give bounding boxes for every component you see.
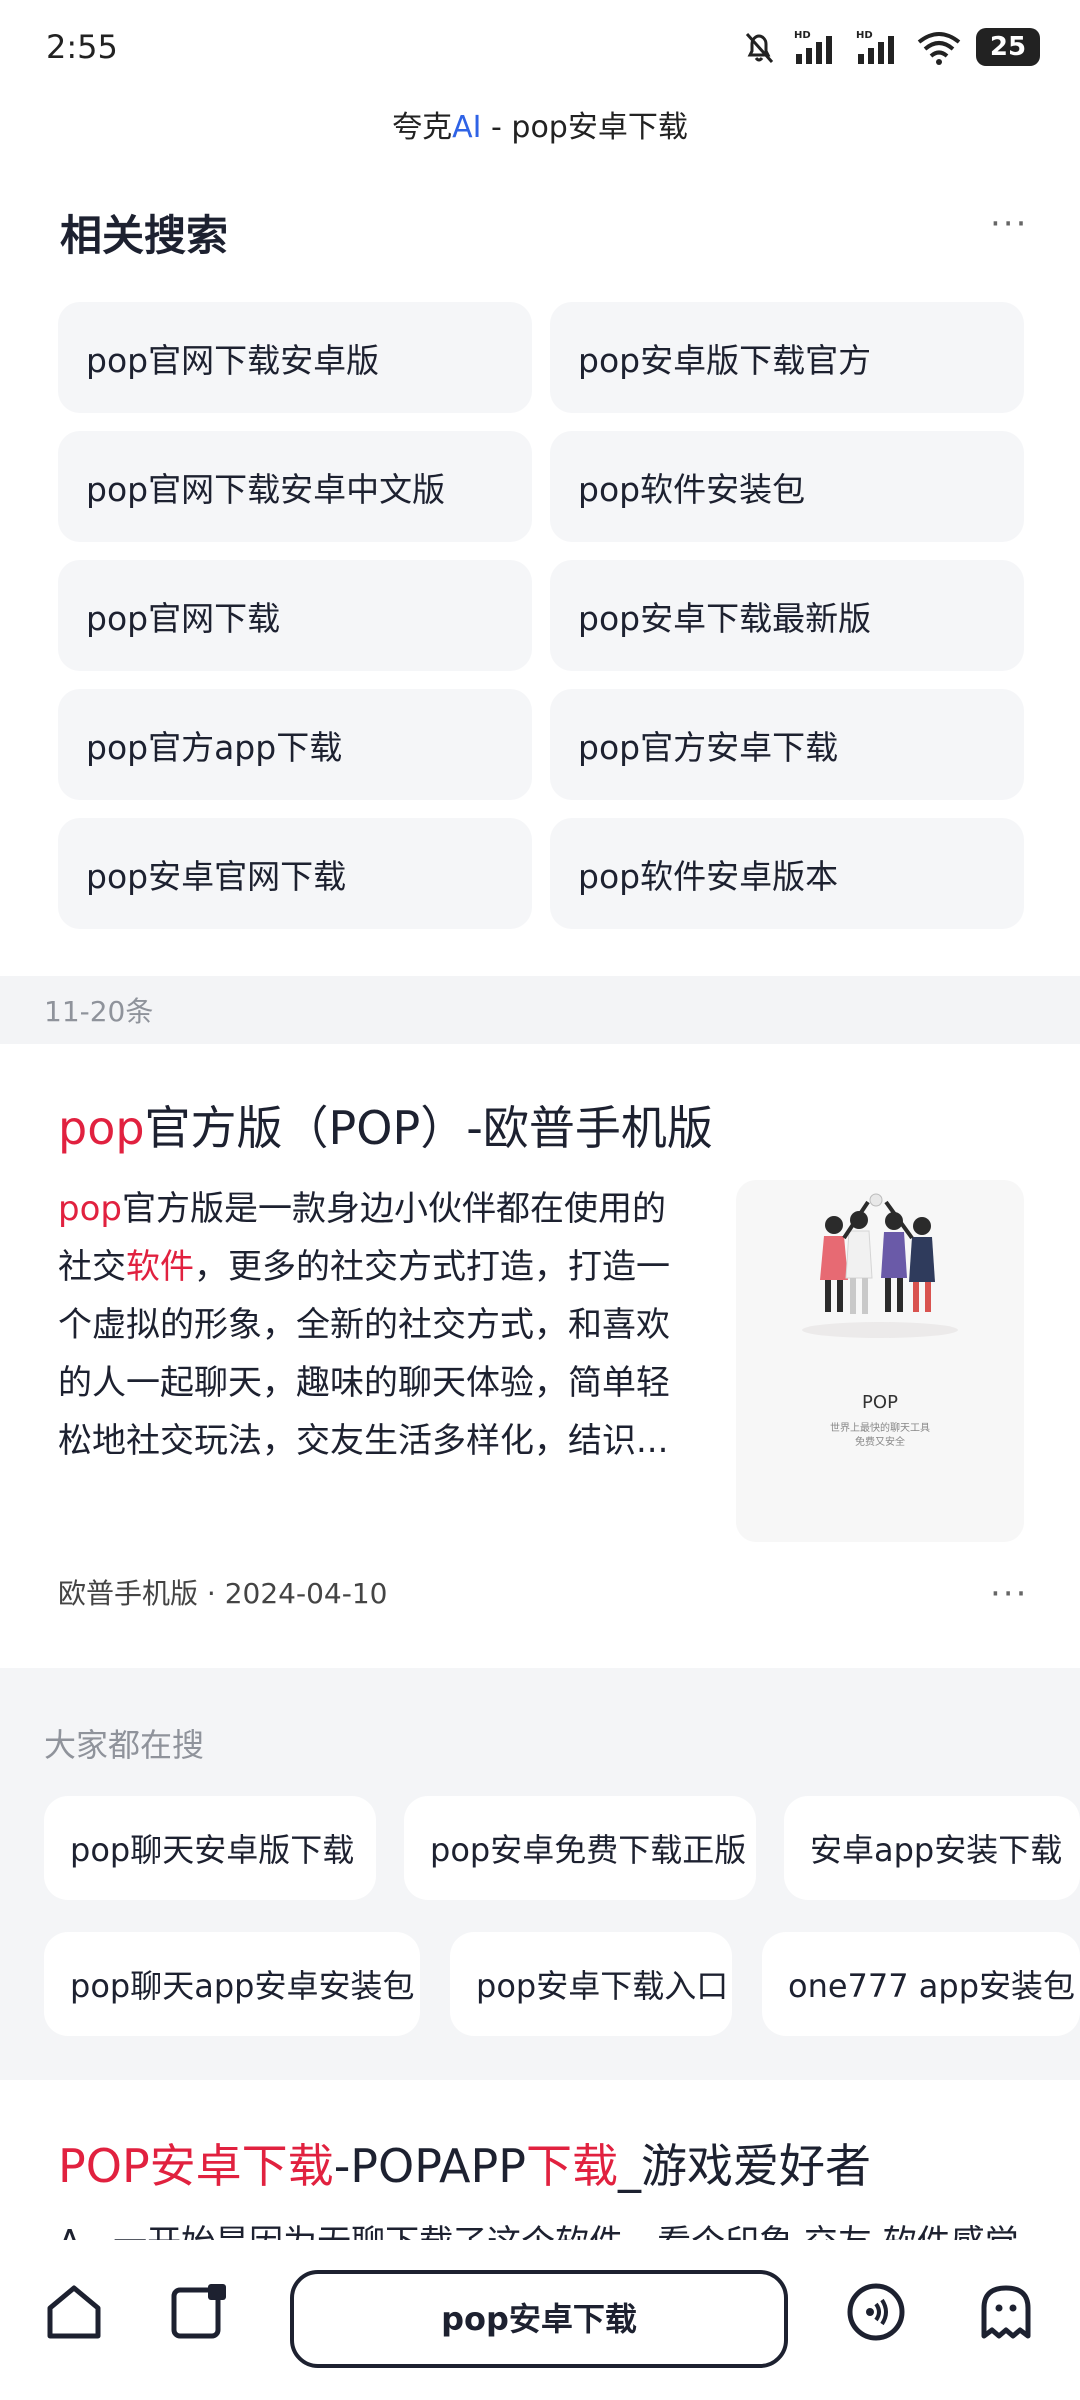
tabs-icon[interactable] <box>166 2280 230 2344</box>
result-more-icon[interactable]: ··· <box>990 1574 1028 1614</box>
related-search-chip[interactable]: pop官网下载安卓版 <box>58 302 532 413</box>
related-search-chip[interactable]: pop软件安卓版本 <box>550 818 1024 929</box>
wifi-icon <box>917 32 961 65</box>
thumbnail-label: POP <box>862 1392 898 1413</box>
snippet-highlight: 软件 <box>126 1247 194 1287</box>
related-search-chip[interactable]: pop安卓官网下载 <box>58 818 532 929</box>
related-search-chip[interactable]: pop安卓下载最新版 <box>550 560 1024 671</box>
thumbnail-subtitle-line: 世界上最快的聊天工具 <box>830 1423 930 1434</box>
svg-text:HD: HD <box>794 30 811 41</box>
svg-text:HD: HD <box>856 30 873 41</box>
popular-search-chip[interactable]: pop聊天安卓版下载 <box>44 1796 376 1900</box>
bottom-search-box[interactable]: pop安卓下载 <box>290 2270 788 2368</box>
result-date: 2024-04-10 <box>224 1577 388 1610</box>
title-prefix: 夸克 <box>392 110 453 145</box>
mute-bell-icon <box>745 33 774 63</box>
bottom-navigation-bar: pop安卓下载 <box>0 2240 1080 2400</box>
popular-search-chip[interactable]: pop聊天app安卓安装包 <box>44 1932 420 2036</box>
result-title[interactable]: pop官方版（POP）-欧普手机版 <box>58 1092 713 1158</box>
popular-search-chip[interactable]: one777 app安装包 <box>762 1932 1080 2036</box>
related-search-chip[interactable]: pop官方app下载 <box>58 689 532 800</box>
snippet-highlight: pop <box>58 1189 122 1229</box>
related-search-grid: pop官网下载安卓版 pop安卓版下载官方 pop官网下载安卓中文版 pop软件… <box>58 302 1024 929</box>
more-options-icon[interactable]: ··· <box>990 204 1028 244</box>
result-meta: 欧普手机版 · 2024-04-10 <box>58 1572 387 1612</box>
related-search-chip[interactable]: pop官方安卓下载 <box>550 689 1024 800</box>
result-source: 欧普手机版 <box>58 1577 199 1610</box>
meta-separator: · <box>206 1577 225 1610</box>
battery-icon: 25 <box>976 28 1040 66</box>
thumbnail-subtitle-line: 免费又安全 <box>855 1437 905 1448</box>
people-toast-illustration <box>802 1193 958 1338</box>
result2-title-highlight: 下载 <box>525 2139 618 2193</box>
home-icon[interactable] <box>42 2280 106 2344</box>
hd-signal-icon: HD <box>794 30 832 64</box>
page-title: 夸克AI - pop安卓下载 <box>0 102 1080 146</box>
result2-title-highlight: POP安卓下载 <box>58 2139 334 2193</box>
result2-title-text: _游戏爱好者 <box>617 2139 871 2193</box>
related-search-chip[interactable]: pop官网下载安卓中文版 <box>58 431 532 542</box>
result2-title-text: -POPAPP <box>333 2139 526 2193</box>
result-title-highlight: pop <box>58 1101 145 1155</box>
thumbnail-subtitle: 世界上最快的聊天工具 免费又安全 <box>736 1422 1024 1450</box>
result2-title[interactable]: POP安卓下载-POPAPP下载_游戏爱好者 <box>58 2130 871 2196</box>
title-accent: AI <box>452 110 482 145</box>
status-time: 2:55 <box>46 28 118 66</box>
related-search-chip[interactable]: pop软件安装包 <box>550 431 1024 542</box>
popular-searches-section: 大家都在搜 pop聊天安卓版下载 pop安卓免费下载正版 安卓app安装下载 p… <box>0 1668 1080 2080</box>
related-search-title: 相关搜索 <box>60 211 229 260</box>
pagination-band: 11-20条 <box>0 976 1080 1044</box>
status-icons: HD HD 25 <box>740 28 1040 66</box>
status-bar: 2:55 HD HD 25 <box>0 0 1080 100</box>
result-snippet: pop官方版是一款身边小伙伴都在使用的社交软件，更多的社交方式打造，打造一个虚拟… <box>58 1180 698 1470</box>
popular-search-chip[interactable]: 安卓app安装下载 <box>784 1796 1080 1900</box>
popular-search-chip[interactable]: pop安卓下载入口 <box>450 1932 732 2036</box>
pagination-label: 11-20条 <box>44 995 154 1028</box>
title-suffix: - pop安卓下载 <box>481 110 688 145</box>
hd-signal-icon: HD <box>856 30 894 64</box>
result-thumbnail[interactable]: POP 世界上最快的聊天工具 免费又安全 <box>736 1180 1024 1542</box>
popular-search-chip[interactable]: pop安卓免费下载正版 <box>404 1796 756 1900</box>
popular-searches-title: 大家都在搜 <box>44 1726 205 1764</box>
ghost-icon[interactable] <box>974 2280 1038 2344</box>
related-search-chip[interactable]: pop官网下载 <box>58 560 532 671</box>
result2-snippet: A...一开始是因为无聊下载了这个软件，看个印象 交友 软件感觉 <box>58 2214 1038 2242</box>
search-result-card[interactable]: pop官方版（POP）-欧普手机版 pop官方版是一款身边小伙伴都在使用的社交软… <box>0 1044 1080 1668</box>
related-search-chip[interactable]: pop安卓版下载官方 <box>550 302 1024 413</box>
result-title-text: 官方版（POP）-欧普手机版 <box>144 1101 713 1155</box>
voice-icon[interactable] <box>844 2280 908 2344</box>
